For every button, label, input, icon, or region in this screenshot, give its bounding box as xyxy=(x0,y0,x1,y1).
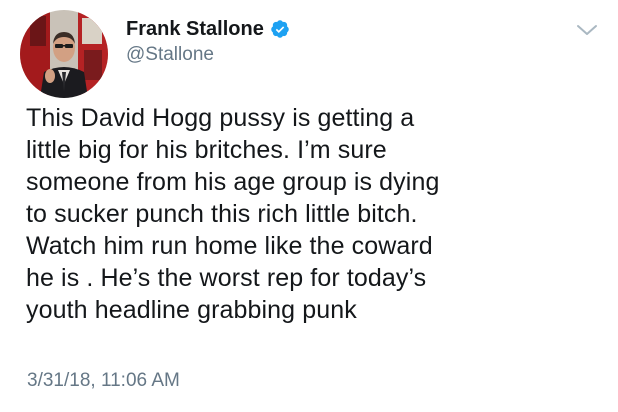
author-display-name[interactable]: Frank Stallone xyxy=(126,18,264,41)
author-handle[interactable]: @Stallone xyxy=(126,44,214,66)
chevron-down-icon xyxy=(577,25,597,35)
tweet-text-line: little big for his britches. I’m sure xyxy=(26,136,387,164)
author-name-row: Frank Stallone xyxy=(126,16,290,42)
tweet-text-line: Watch him run home like the coward xyxy=(26,232,433,260)
tweet-menu-button[interactable] xyxy=(572,20,602,40)
tweet-text-line: he is . He’s the worst rep for today’s xyxy=(26,264,427,292)
tweet-text: This David Hogg pussy is getting a littl… xyxy=(26,102,606,326)
tweet-text-line: This David Hogg pussy is getting a xyxy=(26,104,415,132)
tweet-timestamp[interactable]: 3/31/18, 11:06 AM xyxy=(27,370,180,392)
tweet-text-line: to sucker punch this rich little bitch. xyxy=(26,200,418,228)
tweet-card: Frank Stallone @Stallone This David Hogg… xyxy=(0,0,618,412)
avatar[interactable] xyxy=(20,10,108,98)
tweet-text-line: someone from his age group is dying xyxy=(26,168,440,196)
tweet-text-line: youth headline grabbing punk xyxy=(26,296,357,324)
avatar-image xyxy=(20,10,108,98)
verified-badge-icon xyxy=(270,19,290,39)
